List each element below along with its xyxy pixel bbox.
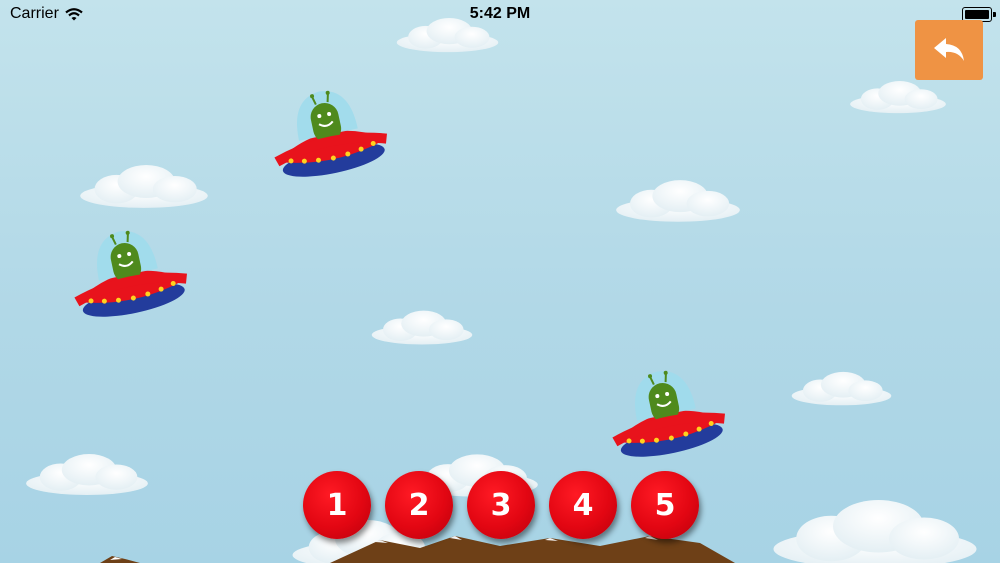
game-scene: Carrier 5:42 PM 1 2 3 4 5 xyxy=(0,0,1000,563)
undo-arrow-icon xyxy=(934,38,964,61)
ufo-alien[interactable] xyxy=(598,352,743,464)
cloud xyxy=(616,180,740,222)
answer-button-1[interactable]: 1 xyxy=(303,471,371,539)
cloud xyxy=(850,81,946,114)
clock: 5:42 PM xyxy=(469,5,531,22)
answer-button-3[interactable]: 3 xyxy=(467,471,535,539)
answer-button-5[interactable]: 5 xyxy=(631,471,699,539)
answer-button-row: 1 2 3 4 5 xyxy=(303,471,699,539)
status-bar: Carrier 5:42 PM xyxy=(0,0,1000,28)
ufo-alien[interactable] xyxy=(260,72,405,184)
ufo-alien[interactable] xyxy=(60,212,205,324)
cloud xyxy=(371,310,473,345)
answer-button-4[interactable]: 4 xyxy=(549,471,617,539)
cloud xyxy=(791,371,892,406)
back-button[interactable] xyxy=(915,20,983,80)
cloud xyxy=(80,165,208,208)
answer-button-2[interactable]: 2 xyxy=(385,471,453,539)
